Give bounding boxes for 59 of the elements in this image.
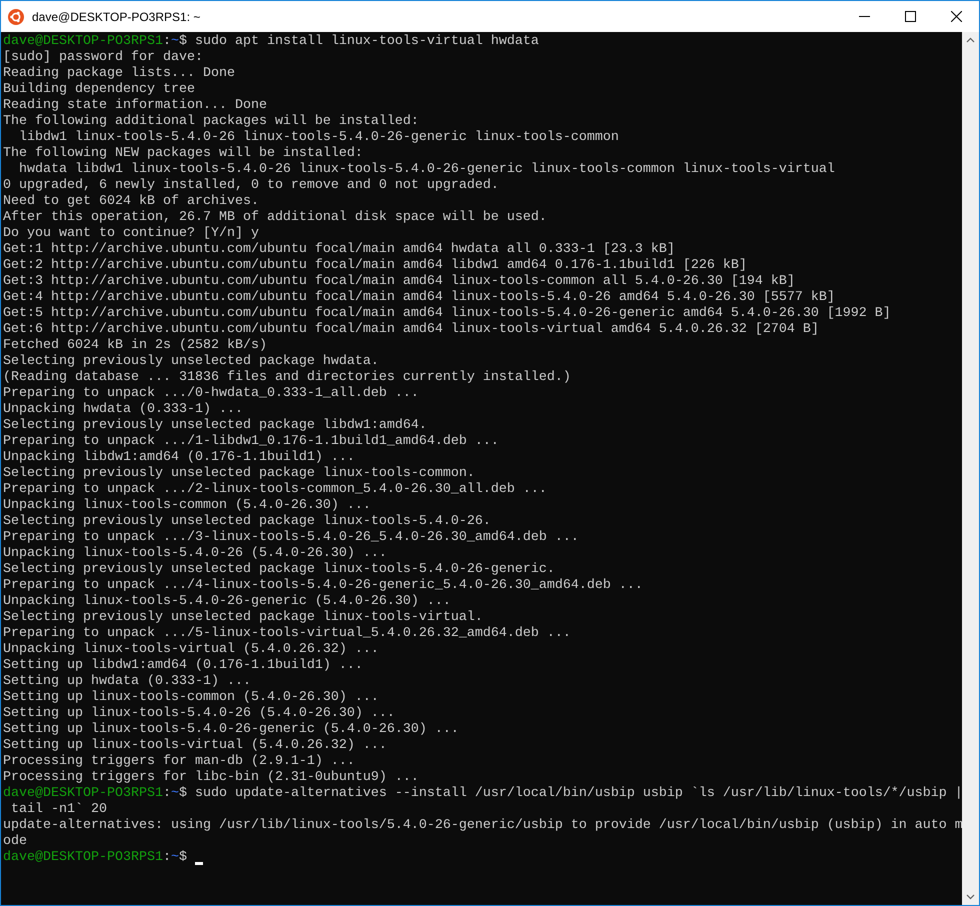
terminal-output: Unpacking linux-tools-common (5.4.0-26.30) ... <box>3 498 371 514</box>
terminal-output: Setting up linux-tools-virtual (5.4.0.26.32) ... <box>3 738 387 754</box>
terminal-output: Preparing to unpack .../2-linux-tools-common_5.4.0-26.30_all.deb ... <box>3 482 547 498</box>
terminal-prompt: dave@DESKTOP-PO3RPS1:~$ <box>3 34 187 50</box>
terminal-output: Do you want to continue? [Y/n] y <box>3 226 259 242</box>
terminal-output: Unpacking libdw1:amd64 (0.176-1.1build1) ... <box>3 450 355 466</box>
terminal-output: Get:1 http://archive.ubuntu.com/ubuntu focal/main amd64 hwdata all 0.333-1 [23.3 kB] <box>3 242 675 258</box>
terminal-output: Get:6 http://archive.ubuntu.com/ubuntu focal/main amd64 linux-tools-virtual amd64 5.4.0.26.32 [2704 B] <box>3 322 819 338</box>
terminal-output: Setting up libdw1:amd64 (0.176-1.1build1) ... <box>3 658 363 674</box>
terminal-output: Preparing to unpack .../3-linux-tools-5.4.0-26_5.4.0-26.30_amd64.deb ... <box>3 530 579 546</box>
scrollbar[interactable] <box>962 32 979 905</box>
terminal-output: Get:5 http://archive.ubuntu.com/ubuntu focal/main amd64 linux-tools-5.4.0-26-generic amd64 5.4.0-26.30 [1992 B] <box>3 306 891 322</box>
terminal-output: Unpacking linux-tools-5.4.0-26-generic (5.4.0-26.30) ... <box>3 594 451 610</box>
terminal-output: libdw1 linux-tools-5.4.0-26 linux-tools-5.4.0-26-generic linux-tools-common <box>18 130 619 146</box>
terminal-output: Preparing to unpack .../0-hwdata_0.333-1_all.deb ... <box>3 386 419 402</box>
close-icon <box>950 11 962 22</box>
terminal-output: Preparing to unpack .../4-linux-tools-5.4.0-26-generic_5.4.0-26.30_amd64.deb ... <box>3 578 643 594</box>
terminal-command: sudo apt install linux-tools-virtual hwdata <box>194 34 539 50</box>
terminal-output: Need to get 6024 kB of archives. <box>3 194 259 210</box>
terminal-command: sudo update-alternatives --install /usr/local/bin/usbip usbip `ls /usr/lib/linux-tools/*/usbip | <box>194 786 962 802</box>
maximize-icon <box>904 11 916 22</box>
terminal-output: Setting up hwdata (0.333-1) ... <box>3 674 251 690</box>
terminal-output: Reading package lists... Done <box>3 66 235 82</box>
terminal-output: Selecting previously unselected package hwdata. <box>3 354 379 370</box>
terminal-output: Selecting previously unselected package libdw1:amd64. <box>3 418 427 434</box>
terminal-output: The following NEW packages will be installed: <box>3 146 363 162</box>
terminal-output: Selecting previously unselected package linux-tools-5.4.0-26-generic. <box>3 562 555 578</box>
terminal-output: After this operation, 26.7 MB of additional disk space will be used. <box>3 210 547 226</box>
terminal-output: Processing triggers for libc-bin (2.31-0ubuntu9) ... <box>3 770 419 786</box>
terminal-output: (Reading database ... 31836 files and directories currently installed.) <box>3 370 571 386</box>
terminal-prompt: dave@DESKTOP-PO3RPS1:~$ <box>3 850 187 866</box>
logo-icon <box>8 8 24 24</box>
terminal-output: Setting up linux-tools-5.4.0-26 (5.4.0-26.30) ... <box>3 706 395 722</box>
terminal-output: tail -n1` 20 <box>10 802 107 818</box>
terminal-output: Unpacking hwdata (0.333-1) ... <box>3 402 243 418</box>
terminal-output: Reading state information... Done <box>3 98 267 114</box>
terminal-output: Setting up linux-tools-common (5.4.0-26.30) ... <box>3 690 379 706</box>
terminal-output: Get:4 http://archive.ubuntu.com/ubuntu focal/main amd64 linux-tools-5.4.0-26 amd64 5.4.0-26.30 [5577 kB] <box>3 290 835 306</box>
terminal-prompt: dave@DESKTOP-PO3RPS1:~$ <box>3 786 187 802</box>
terminal-output: Setting up linux-tools-5.4.0-26-generic (5.4.0-26.30) ... <box>3 722 459 738</box>
terminal-output: update-alternatives: using /usr/lib/linux-tools/5.4.0-26-generic/usbip to provide /usr/local/bin/usbip (usbip) in auto m <box>3 818 962 834</box>
terminal-output: The following additional packages will be installed: <box>3 114 419 130</box>
terminal-output: Selecting previously unselected package linux-tools-virtual. <box>3 610 483 626</box>
terminal-output: Preparing to unpack .../1-libdw1_0.176-1.1build1_amd64.deb ... <box>3 434 499 450</box>
window-title: dave@DESKTOP-PO3RPS1: ~ <box>32 10 200 24</box>
terminal-output: Unpacking linux-tools-virtual (5.4.0.26.32) ... <box>3 642 379 658</box>
terminal-output: Selecting previously unselected package linux-tools-5.4.0-26. <box>3 514 491 530</box>
terminal-output: hwdata libdw1 linux-tools-5.4.0-26 linux-tools-5.4.0-26-generic linux-tools-common linux-tools-virtual <box>18 162 835 178</box>
terminal-output: [sudo] password for dave: <box>3 50 203 66</box>
terminal-output: Get:2 http://archive.ubuntu.com/ubuntu focal/main amd64 libdw1 amd64 0.176-1.1build1 [226 kB] <box>3 258 747 274</box>
terminal-output: Fetched 6024 kB in 2s (2582 kB/s) <box>3 338 267 354</box>
terminal-output: Processing triggers for man-db (2.9.1-1) ... <box>3 754 355 770</box>
terminal-output: Selecting previously unselected package linux-tools-common. <box>3 466 475 482</box>
terminal-output: ode <box>3 834 27 850</box>
terminal-output: Preparing to unpack .../5-linux-tools-virtual_5.4.0.26.32_amd64.deb ... <box>3 626 571 642</box>
terminal-output: Get:3 http://archive.ubuntu.com/ubuntu focal/main amd64 linux-tools-common all 5.4.0-26.30 [194 kB] <box>3 274 795 290</box>
terminal-output: 0 upgraded, 6 newly installed, 0 to remove and 0 not upgraded. <box>3 178 499 194</box>
terminal-output: Building dependency tree <box>3 82 195 98</box>
terminal-output: Unpacking linux-tools-5.4.0-26 (5.4.0-26.30) ... <box>3 546 387 562</box>
